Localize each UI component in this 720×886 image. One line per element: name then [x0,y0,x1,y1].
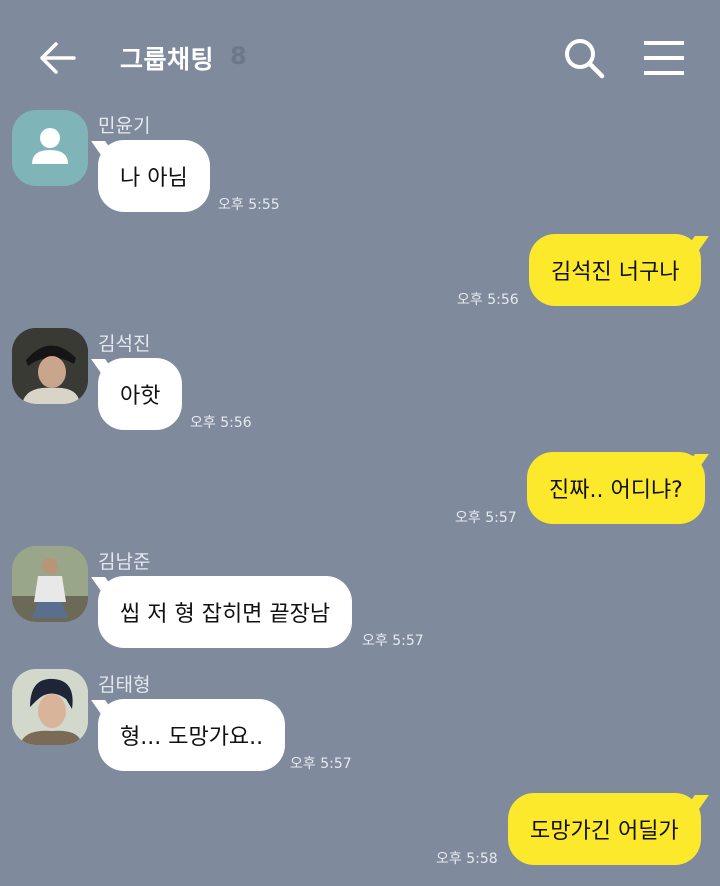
menu-icon[interactable] [642,38,686,78]
avatar-min-yoongi[interactable] [12,110,88,186]
my-message-bubble[interactable]: 진짜.. 어디냐? [527,452,705,524]
message-bubble[interactable]: 나 아님 [98,140,210,212]
avatar-kim-seokjin[interactable] [12,328,88,404]
member-count: 8 [230,42,247,70]
sender-name: 김석진 [98,333,151,355]
avatar-kim-taehyung[interactable] [12,669,88,745]
message-bubble[interactable]: 씹 저 형 잡히면 끝장남 [98,576,353,648]
profile-photo [12,546,88,622]
message-time: 오후 5:56 [457,292,519,308]
message-time: 오후 5:57 [362,633,424,649]
message-time: 오후 5:58 [436,851,498,867]
message-time: 오후 5:56 [190,415,252,431]
sender-name: 김남준 [98,551,151,573]
chat-header: 그룹채팅 8 [0,0,720,110]
message-bubble[interactable]: 형... 도망가요.. [98,699,286,771]
sender-name: 김태형 [98,674,151,696]
message-bubble[interactable]: 아핫 [98,358,183,430]
profile-photo [12,328,88,404]
sender-name: 민윤기 [98,115,151,137]
back-arrow-icon[interactable] [36,36,80,80]
my-message-bubble[interactable]: 도망가긴 어딜가 [508,793,701,865]
message-time: 오후 5:57 [455,510,517,526]
message-time: 오후 5:55 [218,197,280,213]
chat-title: 그룹채팅 [120,45,215,74]
default-profile-icon [32,128,68,164]
message-time: 오후 5:57 [290,756,352,772]
my-message-bubble[interactable]: 김석진 너구나 [529,234,702,306]
avatar-kim-namjoon[interactable] [12,546,88,622]
search-icon[interactable] [562,36,606,80]
profile-photo [12,669,88,745]
